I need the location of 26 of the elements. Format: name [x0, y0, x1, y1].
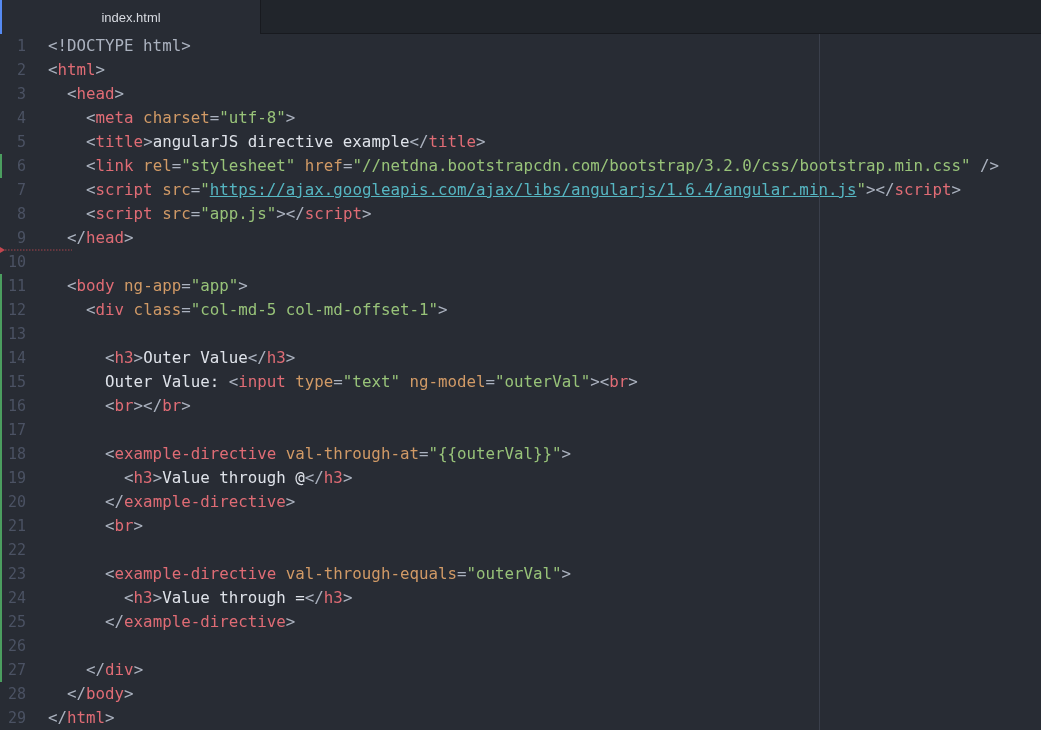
code-line: <example-directive val-through-at="{{outerVal}}">: [104, 444, 572, 463]
code-line: <h3>Value through =</h3>: [123, 588, 353, 607]
code-line: </body>: [66, 684, 134, 703]
code-line: </example-directive>: [104, 492, 296, 511]
code-line: <!DOCTYPE html>: [48, 36, 191, 55]
code-line: <br></br>: [104, 396, 191, 415]
code-line: </div>: [85, 660, 144, 679]
code-line: <meta charset="utf-8">: [85, 108, 296, 127]
code-line: <body ng-app="app">: [66, 276, 248, 295]
url-link[interactable]: https://ajax.googleapis.com/ajax/libs/angularjs/1.6.4/angular.min.js: [209, 180, 857, 199]
code-line: <script src="app.js"></script>: [85, 204, 372, 223]
code-line: <div class="col-md-5 col-md-offset-1">: [85, 300, 448, 319]
code-line: <head>: [66, 84, 125, 103]
code-line: <link rel="stylesheet" href="//netdna.bootstrapcdn.com/bootstrap/3.2.0/css/bootstrap.min.css" />: [85, 156, 1000, 175]
code-line: </html>: [48, 708, 115, 727]
code-line: <h3>Value through @</h3>: [123, 468, 353, 487]
code-line: </example-directive>: [104, 612, 296, 631]
code-line: <title>angularJS directive example</title>: [85, 132, 486, 151]
code-line: <br>: [104, 516, 144, 535]
code-line: </head>: [66, 228, 134, 247]
code-line: <html>: [48, 60, 106, 79]
code-line: <h3>Outer Value</h3>: [104, 348, 296, 367]
code-line: <example-directive val-through-equals="outerVal">: [104, 564, 572, 583]
code-line: <script src="https://ajax.googleapis.com/ajax/libs/angularjs/1.6.4/angular.min.js"></script>: [85, 180, 962, 199]
code-line: Outer Value: <input type="text" ng-model="outerVal"><br>: [104, 372, 638, 391]
file-tab[interactable]: index.html: [0, 0, 261, 34]
